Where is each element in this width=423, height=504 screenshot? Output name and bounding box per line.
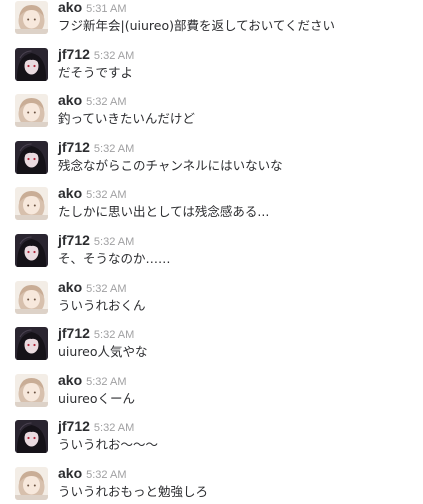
jf712-avatar-image <box>15 420 48 454</box>
jf712-avatar[interactable] <box>15 420 48 454</box>
username[interactable]: ako <box>58 92 82 108</box>
timestamp[interactable]: 5:32 AM <box>86 189 126 201</box>
message-row: ako 5:32 AM 釣っていきたいんだけど <box>0 81 423 128</box>
timestamp[interactable]: 5:32 AM <box>94 143 134 155</box>
ako-avatar[interactable] <box>15 466 48 500</box>
message-header: jf712 5:32 AM <box>58 139 134 157</box>
jf712-avatar-image <box>15 327 48 361</box>
ako-avatar-image <box>15 187 48 221</box>
username[interactable]: ako <box>58 0 82 15</box>
timestamp[interactable]: 5:32 AM <box>94 50 134 62</box>
ako-avatar[interactable] <box>15 373 48 407</box>
message-row: jf712 5:32 AM uiureo人気やな <box>0 314 423 361</box>
timestamp[interactable]: 5:32 AM <box>86 283 126 295</box>
username[interactable]: ako <box>58 465 82 481</box>
username[interactable]: ako <box>58 372 82 388</box>
username[interactable]: jf712 <box>58 139 90 155</box>
message-header: ako 5:32 AM <box>58 185 126 203</box>
message-text: フジ新年会|(uiureo)部費を返しておいてください <box>58 18 335 33</box>
timestamp[interactable]: 5:32 AM <box>86 96 126 108</box>
message-header: ako 5:32 AM <box>58 279 126 297</box>
message-row: jf712 5:32 AM 残念ながらこのチャンネルにはいないな <box>0 128 423 175</box>
message-header: jf712 5:32 AM <box>58 46 134 64</box>
username[interactable]: jf712 <box>58 418 90 434</box>
timestamp[interactable]: 5:32 AM <box>94 236 134 248</box>
username[interactable]: jf712 <box>58 232 90 248</box>
message-header: jf712 5:32 AM <box>58 325 134 343</box>
ako-avatar-image <box>15 1 48 34</box>
message-row: ako 5:32 AM たしかに思い出としては残念感ある... <box>0 174 423 221</box>
ako-avatar[interactable] <box>15 280 48 314</box>
message-text: uiureo人気やな <box>58 344 148 360</box>
message-row: ako 5:32 AM ういうれおくん <box>0 268 423 315</box>
message-text: たしかに思い出としては残念感ある... <box>58 204 270 220</box>
message-row: jf712 5:32 AM そ、そうなのか…… <box>0 221 423 268</box>
username[interactable]: ako <box>58 279 82 295</box>
ako-avatar[interactable] <box>15 94 48 128</box>
jf712-avatar[interactable] <box>15 47 48 81</box>
jf712-avatar[interactable] <box>15 140 48 174</box>
jf712-avatar-image <box>15 233 48 267</box>
timestamp[interactable]: 5:31 AM <box>86 3 126 15</box>
message-header: jf712 5:32 AM <box>58 232 134 250</box>
message-text: そ、そうなのか…… <box>58 250 171 266</box>
message-header: ako 5:32 AM <box>58 92 126 110</box>
username[interactable]: jf712 <box>58 325 90 341</box>
message-text: 残念ながらこのチャンネルにはいないな <box>58 157 283 173</box>
timestamp[interactable]: 5:32 AM <box>86 376 126 388</box>
timestamp[interactable]: 5:32 AM <box>86 469 126 481</box>
jf712-avatar-image <box>15 47 48 81</box>
message-header: jf712 5:32 AM <box>58 418 134 436</box>
username[interactable]: jf712 <box>58 46 90 62</box>
message-text: ういうれお～～～ <box>58 437 159 453</box>
message-header: ako 5:31 AM <box>58 0 126 17</box>
ako-avatar-image <box>15 373 48 407</box>
message-header: ako 5:32 AM <box>58 465 126 483</box>
timestamp[interactable]: 5:32 AM <box>94 329 134 341</box>
message-list: ako 5:31 AM フジ新年会|(uiureo)部費を返しておいてください jf… <box>0 0 423 501</box>
message-text: だそうですよ <box>58 64 134 80</box>
message-text: ういうれおくん <box>58 297 146 313</box>
timestamp[interactable]: 5:32 AM <box>94 422 134 434</box>
username[interactable]: ako <box>58 185 82 201</box>
ako-avatar-image <box>15 466 48 500</box>
message-row: ako 5:32 AM ういうれおもっと勉強しろ <box>0 454 423 501</box>
message-row: ako 5:31 AM フジ新年会|(uiureo)部費を返しておいてください <box>0 0 423 35</box>
ako-avatar[interactable] <box>15 187 48 221</box>
jf712-avatar[interactable] <box>15 327 48 361</box>
ako-avatar-image <box>15 280 48 314</box>
message-row: jf712 5:32 AM だそうですよ <box>0 35 423 82</box>
message-header: ako 5:32 AM <box>58 372 126 390</box>
ako-avatar[interactable] <box>15 1 48 34</box>
ako-avatar-image <box>15 94 48 128</box>
message-text: ういうれおもっと勉強しろ <box>58 483 209 499</box>
message-text: 釣っていきたいんだけど <box>58 111 195 127</box>
jf712-avatar-image <box>15 140 48 174</box>
jf712-avatar[interactable] <box>15 233 48 267</box>
message-row: ako 5:32 AM uiureoくーん <box>0 361 423 408</box>
message-row: jf712 5:32 AM ういうれお～～～ <box>0 407 423 454</box>
message-text: uiureoくーん <box>58 390 136 406</box>
